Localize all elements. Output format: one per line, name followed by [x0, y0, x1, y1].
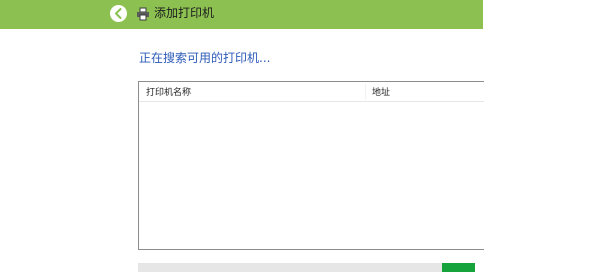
window-title: 添加打印机 [154, 6, 215, 20]
add-printer-window: 添加打印机 正在搜索可用的打印机... 打印机名称 地址 [0, 0, 607, 272]
progress-indicator [442, 263, 475, 272]
column-header-address[interactable]: 地址 [372, 85, 390, 98]
back-arrow-icon [115, 8, 122, 19]
list-header: 打印机名称 地址 [139, 82, 484, 102]
column-divider[interactable] [365, 84, 366, 99]
search-status-text: 正在搜索可用的打印机... [139, 51, 271, 65]
printer-list[interactable]: 打印机名称 地址 [138, 81, 484, 250]
back-button[interactable] [110, 5, 127, 22]
wizard-body: 正在搜索可用的打印机... 打印机名称 地址 [111, 29, 484, 272]
title-bar: 添加打印机 [0, 0, 483, 29]
column-header-printer-name[interactable]: 打印机名称 [146, 85, 191, 98]
printer-icon [137, 7, 149, 21]
search-progress-bar [138, 263, 475, 272]
